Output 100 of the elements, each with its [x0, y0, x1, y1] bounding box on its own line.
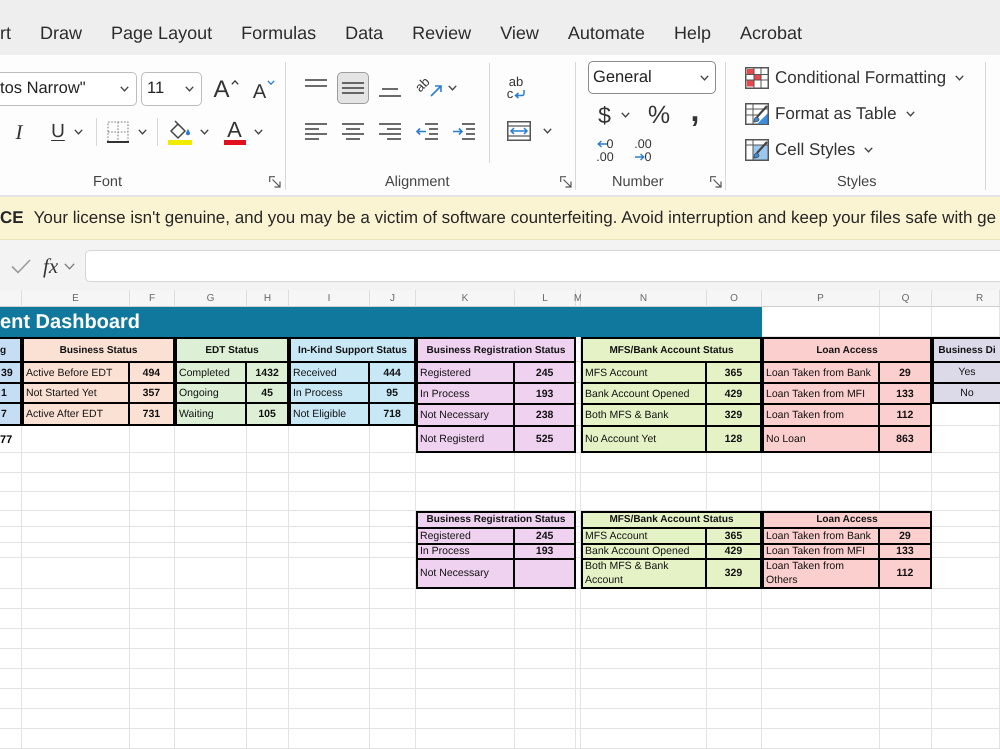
- insert-function-button[interactable]: fx: [42, 254, 60, 278]
- chevron-down-icon: [906, 111, 915, 117]
- table-cell: 133: [880, 384, 930, 404]
- column-header[interactable]: P: [762, 290, 880, 307]
- align-left-icon: [305, 122, 327, 140]
- table-cell: 245: [515, 363, 574, 382]
- dashboard-title: ent Dashboard: [0, 307, 762, 337]
- right-arrow-icon: [634, 152, 645, 160]
- table-header: Loan Access: [764, 513, 930, 527]
- table-cell: 245: [515, 528, 574, 543]
- chevron-down-icon: [700, 74, 709, 80]
- font-color-button[interactable]: A: [218, 116, 268, 148]
- table-cell: 112: [880, 560, 930, 587]
- currency-button[interactable]: $: [591, 99, 637, 131]
- increase-indent-icon: [453, 122, 475, 140]
- column-header[interactable]: O: [707, 290, 762, 307]
- table-cell: 365: [706, 363, 760, 382]
- table-header: In-Kind Support Status: [291, 339, 414, 362]
- check-icon: [11, 258, 31, 274]
- column-header[interactable]: G: [175, 290, 247, 307]
- ribbon-tab[interactable]: Page Layout: [111, 20, 212, 48]
- chevron-down-icon: [542, 128, 552, 134]
- table-cell: 329: [706, 560, 760, 587]
- table-cell: Waiting: [177, 404, 246, 424]
- table-cell: Not Eligible: [291, 404, 368, 424]
- ribbon-tab[interactable]: rt: [0, 20, 11, 48]
- table-cell: Loan Taken from Bank: [764, 528, 878, 543]
- ribbon-tab[interactable]: Data: [345, 20, 384, 48]
- table-cell: 29: [880, 363, 930, 382]
- table-header: Business Registration Status: [418, 513, 574, 527]
- chevron-down-icon: [138, 129, 147, 135]
- format-as-table-button[interactable]: Format as Table: [742, 97, 918, 131]
- align-middle-button[interactable]: [337, 72, 369, 104]
- formula-input[interactable]: [85, 250, 1000, 282]
- table-cell: 133: [880, 544, 930, 558]
- table-cell: Loan Taken from Others: [764, 560, 878, 587]
- ribbon-tab[interactable]: Formulas: [241, 20, 316, 48]
- orientation-button[interactable]: ab: [411, 72, 461, 104]
- ribbon-tab[interactable]: Review: [412, 20, 472, 48]
- table-cell: 193: [515, 384, 574, 404]
- font-size-field[interactable]: 11: [141, 72, 202, 106]
- column-header[interactable]: I: [289, 290, 370, 307]
- borders-icon: [107, 121, 129, 143]
- column-header[interactable]: Q: [880, 290, 932, 307]
- table-cell: Active Before EDT: [24, 363, 128, 382]
- number-format-field[interactable]: General: [588, 61, 716, 94]
- ribbon-tab[interactable]: Automate: [568, 20, 645, 48]
- grow-font-button[interactable]: A: [211, 74, 241, 104]
- chevron-down-icon[interactable]: [64, 262, 76, 270]
- chevron-down-icon: [74, 129, 83, 135]
- column-header[interactable]: H: [247, 290, 289, 307]
- align-bottom-icon: [379, 88, 401, 97]
- comma-style-button[interactable]: ,: [681, 99, 709, 131]
- table-cell: 1: [0, 384, 20, 402]
- column-header[interactable]: J: [370, 290, 416, 307]
- table-cell: Yes: [934, 363, 1000, 382]
- table-cell: Loan Taken from Bank: [764, 363, 878, 382]
- column-header[interactable]: K: [416, 290, 515, 307]
- cell-styles-button[interactable]: Cell Styles: [742, 133, 876, 167]
- percent-button[interactable]: %: [643, 99, 675, 131]
- column-header[interactable]: L: [515, 290, 576, 307]
- table-cell: 95: [370, 384, 414, 402]
- decrease-indent-icon: [416, 122, 438, 140]
- conditional-formatting-button[interactable]: Conditional Formatting: [742, 61, 968, 95]
- column-header[interactable]: E: [22, 290, 130, 307]
- table-cell: Loan Taken from MFI: [764, 384, 878, 404]
- column-header[interactable]: R: [932, 290, 1000, 307]
- table-cell: 494: [130, 363, 173, 382]
- table-header: MFS/Bank Account Status: [583, 513, 760, 527]
- table-cell: MFS Account: [583, 528, 705, 543]
- table-cell: 45: [247, 384, 287, 402]
- column-header[interactable]: N: [581, 290, 707, 307]
- notice-label: CE: [0, 208, 24, 228]
- italic-button[interactable]: I: [6, 117, 32, 147]
- font-name-field[interactable]: tos Narrow": [0, 72, 137, 106]
- increase-decimal-button[interactable]: 0 .00: [589, 134, 621, 166]
- table-cell: 39: [0, 363, 20, 382]
- highlighted-grid-icon: [745, 67, 769, 89]
- ribbon-tab[interactable]: Acrobat: [740, 20, 802, 48]
- shrink-font-button[interactable]: A: [249, 74, 279, 104]
- table-header: MFS/Bank Account Status: [583, 339, 760, 362]
- table-cell: In Process: [291, 384, 368, 402]
- underline-button[interactable]: U: [44, 117, 90, 147]
- group-label: Number: [612, 174, 664, 190]
- ribbon-tab[interactable]: Help: [674, 20, 711, 48]
- dialog-launcher-icon[interactable]: [560, 176, 572, 188]
- table-cell: 128: [706, 426, 760, 451]
- table-cell: 357: [130, 384, 173, 402]
- wrap-text-button[interactable]: ab c: [500, 71, 532, 105]
- ribbon-tab[interactable]: Draw: [40, 20, 82, 48]
- chevron-down-icon: [955, 75, 964, 81]
- column-header[interactable]: F: [130, 290, 175, 307]
- dialog-launcher-icon[interactable]: [710, 176, 722, 188]
- dialog-launcher-icon[interactable]: [269, 176, 281, 188]
- table-cell: 718: [370, 404, 414, 424]
- decrease-decimal-button[interactable]: .00 0: [627, 134, 659, 166]
- ribbon-tab[interactable]: View: [500, 20, 539, 48]
- table-cell: [515, 560, 574, 587]
- group-label: Alignment: [385, 174, 450, 190]
- table-cell: 429: [706, 384, 760, 404]
